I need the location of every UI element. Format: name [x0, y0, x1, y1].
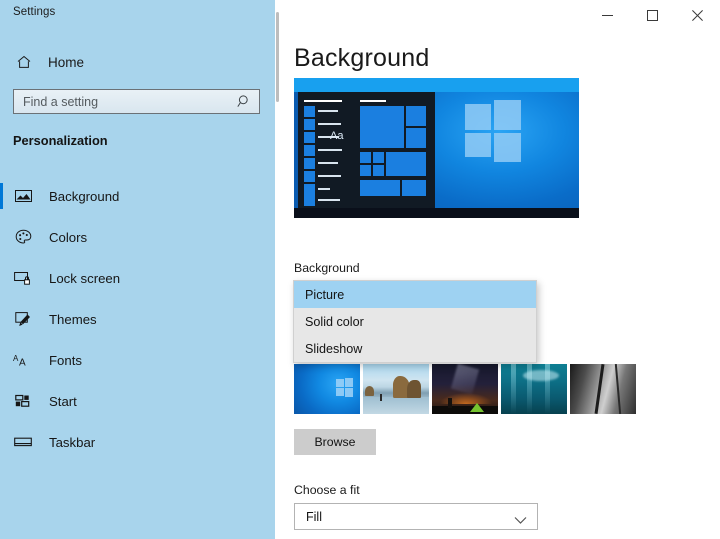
fit-selected-value: Fill [306, 509, 322, 524]
background-preview: Aa [294, 78, 579, 218]
search-box[interactable] [13, 89, 260, 114]
preview-taskbar [294, 208, 579, 218]
search-icon[interactable] [237, 94, 252, 114]
maximize-button[interactable] [630, 0, 675, 30]
main-content: Background Aa Background Picture Solid c… [280, 0, 720, 539]
brush-icon [13, 309, 33, 329]
sidebar-item-colors[interactable]: Colors [0, 221, 275, 253]
window-title: Settings [13, 6, 56, 18]
sidebar-item-label: Taskbar [49, 434, 96, 450]
chevron-down-icon [514, 512, 527, 530]
preview-aa-text: Aa [330, 130, 344, 142]
sidebar-item-label: Fonts [49, 352, 82, 368]
palette-icon [13, 227, 33, 247]
preview-start-menu: Aa [298, 92, 435, 208]
taskbar-icon [13, 432, 33, 452]
dropdown-option-slideshow[interactable]: Slideshow [294, 335, 536, 362]
sidebar-item-background[interactable]: Background [0, 180, 275, 212]
image-icon [13, 186, 33, 206]
fit-dropdown[interactable]: Fill [294, 503, 538, 530]
sidebar-item-fonts[interactable]: A A Fonts [0, 344, 275, 376]
sidebar-section-title: Personalization [13, 133, 108, 148]
sidebar-item-start[interactable]: Start [0, 385, 275, 417]
sidebar-item-label: Colors [49, 229, 88, 245]
sidebar-item-home[interactable]: Home [0, 48, 275, 76]
minimize-button[interactable] [585, 0, 630, 30]
sidebar-item-label: Background [49, 188, 120, 204]
sidebar-scrollbar-thumb[interactable] [276, 12, 279, 102]
home-icon [6, 54, 42, 70]
picture-thumbnails [294, 364, 636, 414]
dropdown-option-solid-color[interactable]: Solid color [294, 308, 536, 335]
selection-indicator [0, 183, 3, 209]
dropdown-option-picture[interactable]: Picture [294, 281, 536, 308]
sidebar-home-label: Home [48, 54, 85, 70]
preview-top-band [294, 78, 579, 92]
start-icon [13, 391, 33, 411]
fit-field-label: Choose a fit [294, 483, 360, 497]
sidebar-item-lock-screen[interactable]: Lock screen [0, 262, 275, 294]
close-icon [692, 9, 703, 21]
sidebar-item-themes[interactable]: Themes [0, 303, 275, 335]
thumbnail-rock-face[interactable] [570, 364, 636, 414]
close-button[interactable] [675, 0, 720, 30]
sidebar-item-taskbar[interactable]: Taskbar [0, 426, 275, 458]
background-dropdown-list[interactable]: Picture Solid color Slideshow [293, 280, 537, 363]
preview-windows-logo [465, 100, 521, 162]
thumbnail-windows-hero[interactable] [294, 364, 360, 414]
sidebar-item-label: Start [49, 393, 77, 409]
minimize-icon [602, 14, 613, 16]
window-controls [585, 0, 720, 30]
sidebar-item-label: Themes [49, 311, 97, 327]
page-title: Background [294, 44, 430, 72]
background-field-label: Background [294, 261, 360, 275]
sidebar-item-label: Lock screen [49, 270, 121, 286]
svg-text:A: A [19, 357, 26, 368]
settings-window: Settings Home Personalization [0, 0, 720, 539]
fonts-icon: A A [13, 350, 33, 370]
search-input[interactable] [14, 90, 229, 113]
thumbnail-underwater[interactable] [501, 364, 567, 414]
lock-screen-icon [13, 268, 33, 288]
sidebar: Settings Home Personalization [0, 0, 275, 539]
maximize-icon [647, 9, 658, 21]
thumbnail-beach-sea-stack[interactable] [363, 364, 429, 414]
thumbnail-night-camp[interactable] [432, 364, 498, 414]
browse-button[interactable]: Browse [294, 429, 376, 455]
